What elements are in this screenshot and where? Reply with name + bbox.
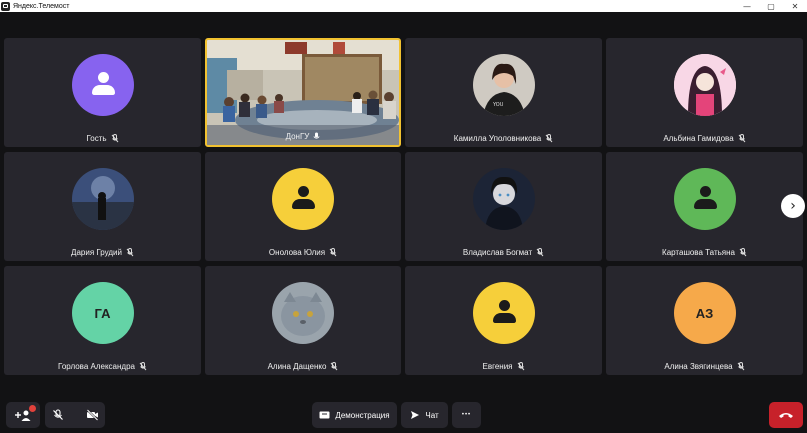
person-avatar-icon [272,168,334,230]
participant-name: Евгения [482,362,513,371]
participant-tile[interactable]: Дария Грудий [4,152,201,261]
participant-name: Владислав Богмат [462,248,533,257]
participant-name: Альбина Гамидова [663,134,734,143]
more-options-button[interactable]: ••• [452,402,481,428]
participant-name: Гость [86,134,107,143]
avatar-initials: ГА [94,305,111,321]
chevron-right-icon: › [790,198,796,214]
screen-share-button[interactable]: Демонстрация [312,402,397,428]
participant-tile[interactable]: Евгения [405,266,602,375]
chat-button[interactable]: Чат [401,402,448,428]
participant-label: Карташова Татьяна [606,248,803,257]
window-title: Яндекс.Телемост [13,2,70,10]
participant-name: Карташова Татьяна [662,248,735,257]
participant-label: Камилла Уполовникова [405,134,602,143]
participant-name: Алина Звягинцева [664,362,733,371]
participant-tile[interactable]: Гость [4,38,201,147]
participant-name: ДонГУ [285,132,310,141]
mic-off-icon [331,362,338,371]
more-icon: ••• [461,412,472,418]
mic-off-icon [739,248,747,257]
conference-stage: Гость ДонГУ YOU Камилла Уполовникова Аль… [0,12,807,433]
window-titlebar: Яндекс.Телемост — ▢ ✕ [0,0,807,12]
minimize-button[interactable]: — [735,0,759,12]
participants-button[interactable] [6,402,40,428]
participant-tile[interactable]: Карташова Татьяна [606,152,803,261]
avatar-photo [673,54,736,116]
avatar-photo [272,282,334,344]
participant-tile[interactable]: Альбина Гамидова [606,38,803,147]
mic-on-icon [313,132,320,139]
notification-badge [29,405,36,412]
participant-tile-active-speaker[interactable]: ДонГУ [205,38,401,147]
participant-name: Камилла Уполовникова [453,134,542,143]
mic-off-icon[interactable] [52,409,64,421]
mic-off-icon [126,248,134,257]
mic-off-icon [737,362,745,371]
participant-tile[interactable]: ГА Горлова Александра [4,266,201,375]
participant-label: Онолова Юлия [205,248,401,257]
window-controls: — ▢ ✕ [735,0,807,12]
participant-name: Горлова Александра [58,362,135,371]
maximize-button[interactable]: ▢ [759,0,783,12]
mic-off-icon [111,134,118,143]
participant-label: Алина Звягинцева [606,362,803,371]
avatar-initials: АЗ [695,305,714,321]
participant-tile[interactable]: Владислав Богмат [405,152,602,261]
participant-name: Онолова Юлия [268,248,326,257]
avatar-photo: YOU [472,54,535,116]
participant-label: Горлова Александра [4,362,201,371]
chat-label: Чат [425,410,439,420]
mic-off-icon [139,362,147,371]
participant-label: ДонГУ [207,132,399,141]
person-avatar-icon [673,168,736,230]
initials-avatar: АЗ [673,282,736,344]
participant-name: Алина Дащенко [267,362,327,371]
screen-share-label: Демонстрация [335,410,390,420]
hang-up-icon [779,413,793,418]
media-controls [45,402,105,428]
next-page-button[interactable]: › [781,194,805,218]
screen-share-icon [319,411,330,418]
participant-tile[interactable]: Онолова Юлия [205,152,401,261]
leave-call-button[interactable] [769,402,803,428]
camera-off-icon[interactable] [86,409,99,421]
participant-label: Альбина Гамидова [606,134,803,143]
mic-off-icon [738,134,746,143]
mic-off-icon [517,362,524,371]
close-window-button[interactable]: ✕ [783,0,807,12]
person-avatar-icon [472,282,535,344]
person-avatar-icon [71,54,134,116]
participant-label: Гость [4,134,201,143]
mic-off-icon [536,248,544,257]
svg-text:YOU: YOU [492,102,504,108]
app-logo-icon [1,1,10,11]
participant-tile[interactable]: Алина Дащенко [205,266,401,375]
mic-off-icon [545,134,553,143]
initials-avatar: ГА [71,282,134,344]
participant-label: Алина Дащенко [205,362,401,371]
mic-off-icon [329,248,337,257]
participant-label: Евгения [405,362,602,371]
avatar-photo [472,168,535,230]
participant-label: Владислав Богмат [405,248,602,257]
send-icon [411,411,420,419]
participant-tile[interactable]: АЗ Алина Звягинцева [606,266,803,375]
participant-name: Дария Грудий [71,248,122,257]
participant-label: Дария Грудий [4,248,201,257]
avatar-photo [71,168,134,230]
participant-tile[interactable]: YOU Камилла Уполовникова [405,38,602,147]
video-feed [207,40,399,145]
